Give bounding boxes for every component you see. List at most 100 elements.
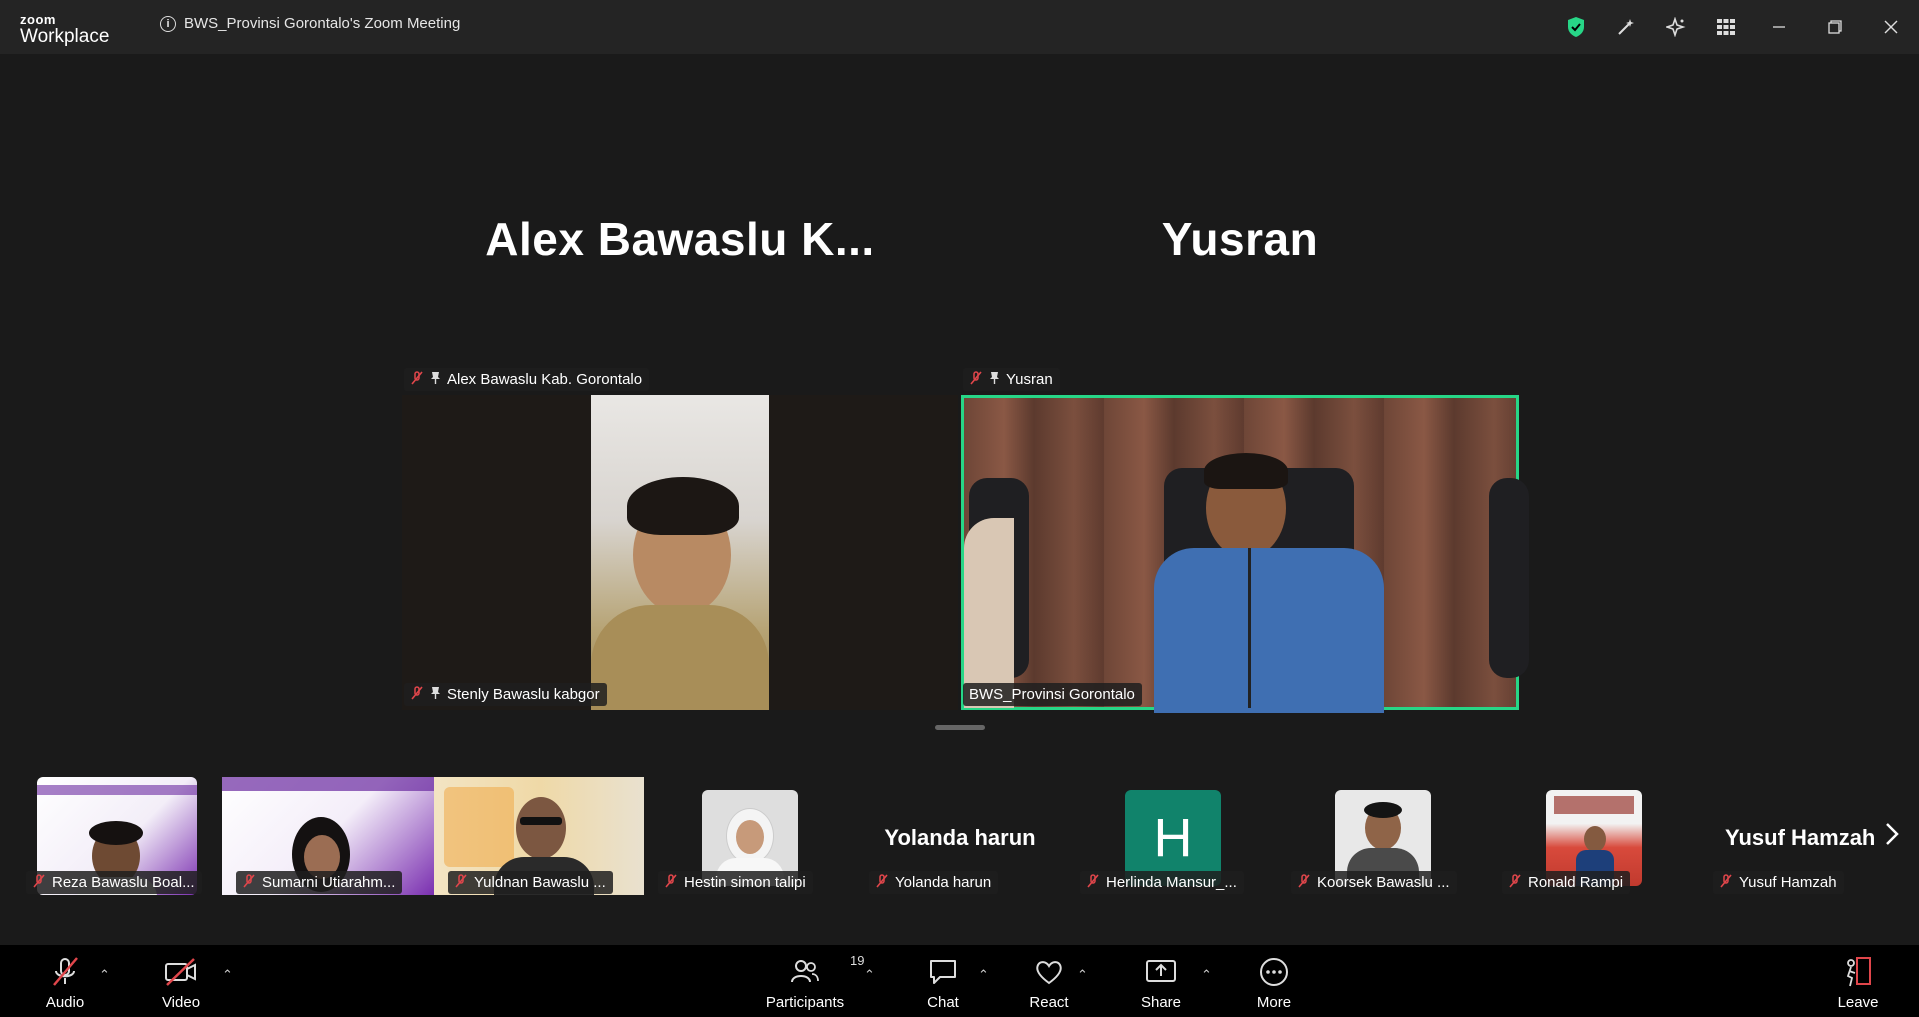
thumb-reza[interactable]: Reza Bawaslu Boal... (12, 775, 222, 897)
name-tag-alex-text: Alex Bawaslu Kab. Gorontalo (447, 371, 643, 388)
security-shield-icon[interactable] (1551, 0, 1601, 54)
name-tag-yusran: Yusran (963, 368, 1060, 391)
share-options-caret[interactable]: ⌃ (1201, 967, 1212, 983)
meeting-title-text: BWS_Provinsi Gorontalo's Zoom Meeting (184, 15, 461, 32)
thumb-name-tag: Reza Bawaslu Boal... (26, 871, 202, 894)
audio-label: Audio (45, 994, 85, 1011)
leave-door-icon (1842, 953, 1874, 991)
heart-icon (1034, 953, 1064, 991)
thumb-herlinda[interactable]: H Herlinda Mansur_... (1066, 775, 1276, 897)
thumb-name-tag: Yusuf Hamzah (1713, 871, 1844, 894)
video-options-caret[interactable]: ⌃ (222, 967, 233, 983)
thumb-hestin[interactable]: Hestin simon talipi (644, 775, 854, 897)
meeting-title[interactable]: i BWS_Provinsi Gorontalo's Zoom Meeting (160, 15, 460, 32)
mic-muted-icon (1508, 874, 1522, 891)
thumb-ronald[interactable]: Ronald Rampi (1488, 775, 1698, 897)
participants-button[interactable]: 19 Participants (760, 953, 865, 1011)
title-bar-actions (1551, 0, 1919, 54)
view-grid-icon[interactable] (1701, 0, 1751, 54)
ai-companion-icon[interactable] (1651, 0, 1701, 54)
chat-options-caret[interactable]: ⌃ (978, 967, 989, 983)
magic-wand-icon[interactable] (1601, 0, 1651, 54)
share-label: Share (1140, 994, 1182, 1011)
audio-button[interactable]: Audio (20, 953, 110, 1011)
name-tag-stenly-text: Stenly Bawaslu kabgor (447, 686, 600, 703)
more-dots-icon (1258, 953, 1290, 991)
thumb-name-tag: Herlinda Mansur_... (1080, 871, 1244, 894)
mic-muted-icon (410, 686, 424, 703)
mic-muted-icon (875, 874, 889, 891)
audio-options-caret[interactable]: ⌃ (99, 967, 110, 983)
react-label: React (1029, 994, 1069, 1011)
mic-muted-icon (664, 874, 678, 891)
zoom-logo: zoom Workplace (20, 13, 109, 46)
chat-button[interactable]: Chat (898, 953, 988, 1011)
thumb-name-tag: Yuldnan Bawaslu ... (448, 871, 613, 894)
thumb-koorsek[interactable]: Koorsek Bawaslu ... (1277, 775, 1487, 897)
mic-muted-icon (50, 953, 80, 991)
chevron-right-icon[interactable] (1885, 821, 1899, 853)
participants-count: 19 (850, 953, 865, 968)
leave-button[interactable]: Leave (1813, 953, 1903, 1011)
info-icon[interactable]: i (160, 15, 176, 32)
thumb-name: Yusuf Hamzah (1739, 874, 1837, 891)
thumb-name-tag: Yolanda harun (869, 871, 999, 894)
thumb-name-tag: Sumarni Utiarahm... (236, 871, 403, 894)
restore-icon[interactable] (1807, 0, 1863, 54)
title-bar: zoom Workplace i BWS_Provinsi Gorontalo'… (0, 0, 1919, 54)
participants-options-caret[interactable]: ⌃ (864, 967, 875, 983)
thumb-name: Ronald Rampi (1528, 874, 1624, 891)
name-tag-bws-provinsi: BWS_Provinsi Gorontalo (963, 683, 1142, 706)
logo-zoom-text: zoom (20, 12, 56, 27)
video-tile-yusran[interactable] (961, 395, 1529, 713)
mic-muted-icon (1719, 874, 1733, 891)
thumb-big-name: Yusuf Hamzah (1725, 825, 1876, 850)
thumb-big-name: Yolanda harun (884, 825, 1036, 850)
mic-muted-icon (454, 874, 468, 891)
thumb-name-tag: Ronald Rampi (1502, 871, 1631, 894)
mic-muted-icon (1297, 874, 1311, 891)
pin-icon (989, 371, 1000, 388)
share-screen-icon (1145, 953, 1177, 991)
participant-strip: Reza Bawaslu Boal... Sumarni Utiarahm...… (0, 775, 1919, 900)
video-button[interactable]: Video (136, 953, 226, 1011)
react-options-caret[interactable]: ⌃ (1077, 967, 1088, 983)
speaker-big-name-right: Yusran (1161, 213, 1319, 265)
mic-muted-icon (969, 371, 983, 388)
pin-icon (430, 371, 441, 388)
participants-icon: 19 (790, 953, 864, 991)
thumb-name: Reza Bawaslu Boal... (52, 874, 195, 891)
thumb-sumarni[interactable]: Sumarni Utiarahm... (222, 775, 434, 897)
close-icon[interactable] (1863, 0, 1919, 54)
thumb-name: Herlinda Mansur_... (1106, 874, 1237, 891)
minimize-icon[interactable] (1751, 0, 1807, 54)
mic-muted-icon (410, 371, 424, 388)
name-tag-alex: Alex Bawaslu Kab. Gorontalo (404, 368, 650, 391)
thumb-name-tag: Hestin simon talipi (658, 871, 813, 894)
leave-label: Leave (1837, 994, 1879, 1011)
thumb-yusuf[interactable]: Yusuf Hamzah Yusuf Hamzah (1699, 775, 1909, 897)
thumb-name: Koorsek Bawaslu ... (1317, 874, 1450, 891)
mic-muted-icon (1086, 874, 1100, 891)
share-button[interactable]: Share (1116, 953, 1206, 1011)
pin-icon (430, 686, 441, 703)
mic-muted-icon (242, 874, 256, 891)
more-label: More (1256, 994, 1292, 1011)
video-feed-stenly (591, 395, 769, 710)
speaker-big-name-left: Alex Bawaslu K... (485, 213, 875, 265)
name-tag-yusran-text: Yusran (1006, 371, 1053, 388)
meeting-toolbar: Audio ⌃ Video ⌃ 19 Participants ⌃ Chat ⌃… (0, 945, 1919, 1017)
thumb-yuldnan[interactable]: Yuldnan Bawaslu ... (434, 775, 644, 897)
thumb-name: Yolanda harun (895, 874, 992, 891)
chat-bubble-icon (928, 953, 958, 991)
thumb-name: Hestin simon talipi (684, 874, 806, 891)
chat-label: Chat (927, 994, 959, 1011)
mic-muted-icon (32, 874, 46, 891)
video-label: Video (161, 994, 201, 1011)
video-off-icon (164, 953, 198, 991)
more-button[interactable]: More (1229, 953, 1319, 1011)
thumb-name: Yuldnan Bawaslu ... (474, 874, 606, 891)
resize-handle[interactable] (935, 725, 985, 730)
thumb-yolanda[interactable]: Yolanda harun Yolanda harun (855, 775, 1065, 897)
participants-label: Participants (765, 994, 845, 1011)
